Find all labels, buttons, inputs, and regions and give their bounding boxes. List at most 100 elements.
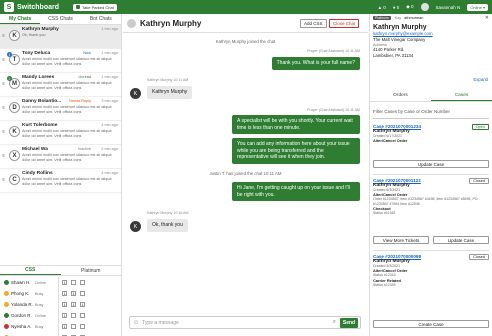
case-card: Case #2021070001122 Closed Kathryn Murph… xyxy=(373,178,489,215)
agent-status: Online xyxy=(35,313,46,318)
drag-handle-icon[interactable]: ≡ xyxy=(2,33,5,39)
chat-list-item[interactable]: ≡ K Kathryn Murphy 1 min ago Ok, thank you xyxy=(0,25,121,49)
case-detail-2: Status #11345 xyxy=(373,210,396,215)
agent-chat-counts: 11 xyxy=(62,291,85,296)
chat-slot: 1 xyxy=(62,280,67,285)
conversation-title: Kathryn Murphy xyxy=(140,18,202,28)
customer-message: Kathryn Murphy xyxy=(147,86,193,99)
contact-avatar: K xyxy=(9,126,20,137)
chat-preview: Ok, thank you xyxy=(22,33,46,37)
message-meta: Kathryn Murphy 10:11 AM xyxy=(147,78,189,82)
agent-row[interactable]: Guy F.Away1 xyxy=(0,332,121,336)
agent-name: Gordon R. xyxy=(11,313,32,318)
chat-list-item[interactable]: ≡ X Michael Wa Inactive 2 min ago Amet minim … xyxy=(0,145,121,169)
chat-slot xyxy=(80,324,85,329)
message-meta: Prayer (Chat Assistant) 10:11 AM xyxy=(307,49,360,53)
system-message: Justin T. has joined the chat 10:11 AM xyxy=(209,171,282,176)
customer-message: Ok, thank you xyxy=(147,219,188,232)
tab-orders[interactable]: Orders xyxy=(370,90,431,101)
attachment-icon[interactable]: ⌕ xyxy=(333,319,336,326)
divider xyxy=(58,321,59,332)
drag-handle-icon[interactable]: ≡ xyxy=(2,57,5,63)
chat-preview: Amet minim mollit non deserunt ullamco e… xyxy=(22,153,112,162)
drag-handle-icon[interactable]: ≡ xyxy=(2,153,5,159)
emoji-icon[interactable]: ☺ xyxy=(133,320,139,326)
tab-cases[interactable]: Cases xyxy=(431,90,492,101)
update-case-button[interactable]: Update Case xyxy=(433,236,489,244)
expand-link[interactable]: Expand xyxy=(473,77,488,82)
case-card: Case #2021070001234 Open Kathryn Murphy … xyxy=(373,124,489,143)
drag-handle-icon[interactable]: ≡ xyxy=(2,105,5,111)
chat-preview: Amet minim mollit non deserunt ullamco e… xyxy=(22,81,112,90)
contact-avatar: C xyxy=(9,174,20,185)
case-card: Case #2021070000098 Closed Kathryn Murph… xyxy=(373,254,489,287)
chat-status-tag: New xyxy=(83,51,91,55)
add-css-button[interactable]: Add CSS xyxy=(300,19,327,28)
chat-list-item[interactable]: ≡ D Danny Bolantio... Needs Reply 3 min ago A… xyxy=(0,97,121,121)
chat-time: 3 min ago xyxy=(101,99,118,103)
notification-count-a[interactable]: ▲ 0 xyxy=(378,5,386,10)
case-title: Alter/Cancel Order xyxy=(373,138,408,144)
tab-css[interactable]: CSS xyxy=(0,266,61,275)
drag-handle-icon[interactable]: ≡ xyxy=(2,129,5,135)
agent-tabs: CSS Platinum xyxy=(0,265,121,276)
tab-platinum[interactable]: Platinum xyxy=(61,266,122,275)
case-status-badge: Closed xyxy=(469,254,489,260)
message-composer: ☺ Type a message ⌕ Send xyxy=(129,316,361,329)
message-meta: Kathryn Murphy 10:16 AM xyxy=(147,211,189,215)
chat-preview: Amet minim mollit non deserunt ullamco e… xyxy=(22,57,112,66)
contact-avatar: K xyxy=(9,30,20,41)
chat-list-item[interactable]: ≡ K Kurt Tolerbome 4 min ago Amet minim moll… xyxy=(0,121,121,145)
tab-my-chats[interactable]: My Chats xyxy=(0,14,41,24)
close-icon[interactable]: ✕ xyxy=(485,15,489,21)
chat-list-panel: My Chats CSS Chats Bot Chats ≡ K Kathryn M… xyxy=(0,14,122,336)
tier-badge: Platinum xyxy=(373,16,391,20)
agent-row[interactable]: Nyesha A. Busy 1 xyxy=(0,321,121,332)
chat-preview: Amet minim mollit non deserunt ullamco e… xyxy=(22,105,112,114)
agent-chat-counts: 1 xyxy=(62,324,85,329)
chat-list-item[interactable]: ≡ T 1 Tony Deluca New 1 min ago Amet minim mol… xyxy=(0,49,121,73)
username: athmurman xyxy=(404,16,424,20)
notification-count-b[interactable]: ● 0 xyxy=(393,5,399,10)
chat-slot: 1 xyxy=(62,291,67,296)
address-line-2: Lambsbier, PA 31134 xyxy=(373,53,414,58)
chat-list-item[interactable]: ≡ M 2 Mandy Lorees Unread 1 min ago Amet minim… xyxy=(0,73,121,97)
user-label: Kay xyxy=(394,16,402,20)
chat-slot xyxy=(71,324,76,329)
tab-css-chats[interactable]: CSS Chats xyxy=(40,14,80,24)
case-status-badge: Open xyxy=(471,124,489,130)
case-detail: Order #1234567, Item #1234567 #4498, Ite… xyxy=(373,197,478,206)
case-filter-input[interactable]: Filter Cases by Case or Order Number xyxy=(373,109,450,114)
chat-status-tag: Needs Reply xyxy=(69,99,91,103)
agent-row[interactable]: Phong K. Busy 1 1 xyxy=(0,288,121,299)
agent-name: Shawn H. xyxy=(11,280,31,285)
customer-name: Kathryn Murphy xyxy=(373,24,427,31)
status-dropdown[interactable]: Online ▾ xyxy=(467,3,488,11)
agent-chat-counts: 1 xyxy=(62,313,85,318)
divider xyxy=(58,299,59,310)
view-more-tickets-button[interactable]: View More Tickets xyxy=(373,236,429,244)
take-parked-chat-button[interactable]: Take Parked Chat xyxy=(73,3,117,11)
unread-badge: 2 xyxy=(7,76,12,81)
customer-avatar: K xyxy=(130,221,141,232)
notification-count-c[interactable]: ◆ 0 xyxy=(406,4,413,10)
close-chat-button[interactable]: Close Chat xyxy=(329,19,360,28)
agent-row[interactable]: Gordon R. Online 1 xyxy=(0,310,121,321)
conversation-header: Kathryn Murphy Add CSS Close Chat xyxy=(123,14,368,33)
drag-handle-icon[interactable]: ≡ xyxy=(2,81,5,87)
user-name[interactable]: Savannah N xyxy=(436,5,461,10)
system-message: Kathryn Murphy joined the chat xyxy=(215,39,276,44)
agent-status-dot xyxy=(4,280,9,285)
agent-row[interactable]: Shawn H. Online 1 xyxy=(0,277,121,288)
drag-handle-icon[interactable]: ≡ xyxy=(2,177,5,183)
update-case-button[interactable]: Update Case xyxy=(373,160,489,168)
message-input[interactable]: Type a message xyxy=(142,320,179,326)
unread-badge: 1 xyxy=(7,52,12,57)
create-case-button[interactable]: Create Case xyxy=(373,320,489,328)
send-button[interactable]: Send xyxy=(340,318,358,328)
agent-status: Busy xyxy=(35,302,44,307)
tab-bot-chats[interactable]: Bot Chats xyxy=(81,14,121,24)
agent-row[interactable]: Yolanda R. Busy 1 1 1 xyxy=(0,299,121,310)
switchboard-logo-icon: S xyxy=(4,2,14,12)
chat-list-item[interactable]: ≡ C Cindy Rollins 4 min ago Amet minim molli… xyxy=(0,169,121,193)
